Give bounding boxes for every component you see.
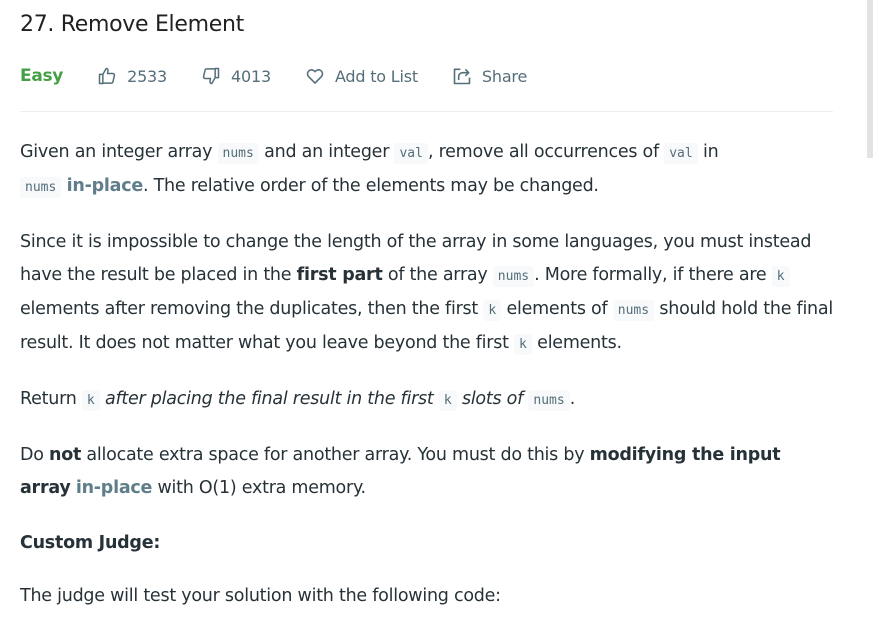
emphasis-italic: after placing the final result in the fi… xyxy=(99,389,439,409)
share-button[interactable]: Share xyxy=(452,66,527,86)
problem-meta-bar: Easy 2533 4013 Add to List Share xyxy=(20,62,561,90)
add-to-list-button[interactable]: Add to List xyxy=(305,66,418,86)
inline-code: nums xyxy=(612,300,655,321)
difficulty-badge: Easy xyxy=(20,66,64,86)
description-paragraph-3: Return k after placing the final result … xyxy=(20,383,833,417)
like-button[interactable]: 2533 xyxy=(97,66,167,86)
vertical-scrollbar[interactable] xyxy=(867,0,873,158)
description-paragraph-2: Since it is impossible to change the len… xyxy=(20,226,833,361)
heading-text: Custom Judge: xyxy=(20,533,161,553)
like-count: 2533 xyxy=(127,66,168,86)
emphasis-italic: slots of xyxy=(456,389,529,409)
add-to-list-label: Add to List xyxy=(334,66,418,86)
text: , remove all occurrences of xyxy=(427,142,665,162)
inline-code: k xyxy=(483,300,502,321)
dislike-button[interactable]: 4013 xyxy=(201,66,271,86)
emphasis-bold: not xyxy=(49,445,82,465)
problem-description: Given an integer array nums and an integ… xyxy=(20,136,833,635)
inline-code: k xyxy=(514,334,532,355)
text: with O(1) extra memory. xyxy=(152,478,366,498)
thumbs-down-icon xyxy=(202,67,220,85)
text: elements after removing the duplicates, … xyxy=(20,299,484,319)
inline-code: val xyxy=(394,143,428,164)
text: in xyxy=(697,142,719,162)
inline-code: k xyxy=(438,390,457,411)
custom-judge-heading: Custom Judge: xyxy=(20,527,833,560)
inline-code: nums xyxy=(528,390,570,411)
inline-code: nums xyxy=(20,177,62,198)
text: and an integer xyxy=(258,142,395,162)
text: elements. xyxy=(531,333,622,353)
in-place-link[interactable]: in-place xyxy=(67,176,144,196)
text: Do xyxy=(20,445,49,465)
description-paragraph-1: Given an integer array nums and an integ… xyxy=(20,136,833,204)
text: Return xyxy=(20,389,82,409)
text: . The relative order of the elements may… xyxy=(142,176,599,196)
text: allocate extra space for another array. … xyxy=(81,445,590,465)
share-label: Share xyxy=(481,66,528,86)
thumbs-up-icon xyxy=(98,67,116,85)
problem-title: 27. Remove Element xyxy=(20,12,244,37)
dislike-count: 4013 xyxy=(231,66,271,86)
description-paragraph-4: Do not allocate extra space for another … xyxy=(20,439,833,505)
share-icon xyxy=(453,68,471,85)
text: Given an integer array xyxy=(20,142,218,162)
text: . More formally, if there are xyxy=(534,265,772,285)
emphasis-bold: first part xyxy=(296,265,383,285)
in-place-link[interactable]: in-place xyxy=(76,478,153,498)
inline-code: k xyxy=(81,390,100,411)
header-divider xyxy=(20,111,833,112)
text: . xyxy=(569,389,576,409)
inline-code: nums xyxy=(492,266,535,287)
heart-icon xyxy=(306,69,324,84)
text: of the array xyxy=(382,265,493,285)
description-paragraph-5: The judge will test your solution with t… xyxy=(20,586,501,606)
inline-code: k xyxy=(771,266,790,287)
text: elements of xyxy=(501,299,613,319)
inline-code: nums xyxy=(217,143,259,164)
inline-code: val xyxy=(664,143,698,164)
